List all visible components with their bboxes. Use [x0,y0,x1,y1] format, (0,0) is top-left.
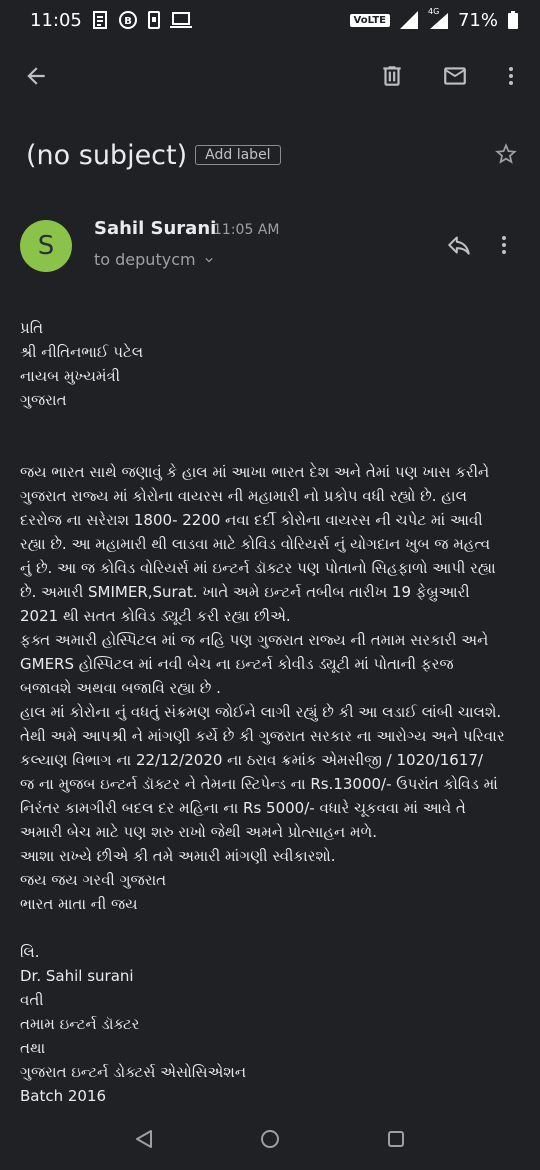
body-line: દરરોજ ના સરેરાશ 1800- 2200 નવા દર્દી કોર… [20,511,483,529]
nav-home-button[interactable] [250,1119,290,1159]
signature: લિ. Dr. Sahil surani વતી તમામ ઇન્ટર્ન ડૉ… [20,940,526,1108]
body-line: 2021 થી સતત કોવિડ ડ્યૂટી કરી રહ્યા છીએ. [20,607,291,625]
email-time: 11:05 AM [213,222,280,238]
body-header: પ્રતિ શ્રી નીતિનભાઈ પટેલ નાયબ મુખ્યમંત્ર… [20,316,526,412]
recipient-details-toggle[interactable]: to deputycm [94,250,216,269]
body-line: ભારત માતા ની જય [20,895,138,913]
sender-name: Sahil Surani [94,218,217,239]
arrow-left-icon [27,67,45,85]
notification-b-icon: B [118,10,138,30]
body-line: નિરંતર કામગીરી બદલ દર મહિના ના Rs 5000/-… [20,799,466,817]
sender-row: S Sahil Surani 11:05 AM to deputycm [20,216,520,276]
nav-back-button[interactable] [124,1119,164,1159]
message-more-button[interactable] [488,224,520,266]
nav-recents-button[interactable] [376,1119,416,1159]
sender-avatar[interactable]: S [20,220,72,272]
body-line: રહ્યા છે. આ મહામારી થી લાડવા માટે કોવિડ … [20,535,491,553]
status-right: VoLTE 4G 71% [349,7,518,31]
body-line: નું છે. આ જ કોવિડ વોરિયર્સ માં ઇન્ટર્ન ડ… [20,559,496,577]
chevron-down-icon [205,257,213,262]
envelope-icon [444,67,466,85]
mark-unread-button[interactable] [431,52,479,100]
status-left: 11:05 B [30,10,192,31]
signature-line: તથા [20,1039,46,1057]
body-line: ફક્ત અમારી હોસ્પિટલ માં જ નહિ પણ ગુજરાત … [20,631,489,649]
more-vertical-icon [502,236,506,254]
volte-badge: VoLTE [349,13,390,27]
signal-4g-icon: 4G [428,7,448,29]
signature-line: વતી [20,991,44,1009]
nav-back-triangle-icon [136,1130,152,1148]
back-button[interactable] [12,52,60,100]
more-vertical-icon [509,67,513,85]
star-outline-icon [495,143,517,164]
signature-line: તમામ ઇન્ટર્ન ડૉક્ટર [20,1015,140,1033]
body-line: છે. અમારી SMIMER,Surat. ખાતે અમે ઇન્ટર્ન… [20,583,470,601]
body-line: શ્રી નીતિનભાઈ પટેલ [20,343,144,361]
body-line: જય ભારત સાથે જણાવું કે હાલ માં આખા ભારત … [20,463,490,481]
body-line: જ ના મુજબ ઇન્ટર્ન ડૉક્ટર ને તેમના સ્ટિપે… [20,775,498,793]
signature-line: લિ. [20,943,40,961]
system-nav-bar [0,1108,540,1170]
notification-phone-icon [147,11,160,29]
toolbar [0,46,540,108]
battery-icon [508,11,518,29]
body-line: બજાવશે અથવા બજાવિ રહ્યા છે . [20,679,221,697]
signal-icon [399,11,418,29]
status-time: 11:05 [30,9,82,31]
nav-home-circle-icon [261,1130,279,1148]
reply-icon [448,236,470,255]
add-label-button[interactable]: Add label [195,145,281,165]
body-line: તેથી અમે આપશ્રી ને માંગણી કર્યે છે કી ગુ… [20,727,505,745]
signature-line: Dr. Sahil surani [20,967,134,985]
body-line: જય જય ગરવી ગુજરાત [20,871,167,889]
body-line: કલ્યાણ વિભાગ ના 22/12/2020 ના ઠરાવ ક્રમા… [20,751,483,769]
body-line: નાયબ મુખ્યમંત્રી [20,367,121,385]
body-paragraphs: જય ભારત સાથે જણાવું કે હાલ માં આખા ભારત … [20,460,526,916]
body-line: પ્રતિ [20,319,44,337]
reply-button[interactable] [438,224,480,266]
network-type: 4G [427,7,440,16]
trash-icon [383,66,401,86]
body-line: ગુજરાત રાજ્ય માં કોરોના વાયરસ ની મહામારી… [20,487,467,505]
more-options-button[interactable] [487,52,535,100]
svg-text:B: B [124,16,132,27]
body-line: GMERS હોસ્પિટલ માં નવી બેચ ના ઇન્ટર્ન કો… [20,655,454,673]
body-line: આશા રાખ્યે છીએ કી તમે અમારી માંગણી સ્વીક… [20,847,336,865]
nav-recents-square-icon [388,1131,404,1147]
body-line: ગુજરાત [20,391,67,409]
notification-laptop-icon [169,12,192,28]
body-line: અમારી બેચ માટે પણ શરુ રાખો જેથી અમને પ્ર… [20,823,378,841]
star-button[interactable] [486,132,526,176]
email-body: પ્રતિ શ્રી નીતિનભાઈ પટેલ નાયબ મુખ્યમંત્ર… [20,316,526,1108]
signature-line: ગુજરાત ઇન્ટર્ન ડોક્ટર્સ એસોસિએશન [20,1063,247,1081]
notification-doc-icon [92,11,108,29]
delete-button[interactable] [368,52,416,100]
recipient-text: to deputycm [94,250,196,269]
battery-percent: 71% [457,9,498,31]
body-line: હાલ માં કોરોના નું વધતું સંક્રમણ જોઈને લ… [20,703,502,721]
subject-row: (no subject) Add label [26,132,526,178]
signature-line: Batch 2016 [20,1087,107,1105]
email-subject: (no subject) [26,139,188,171]
status-bar: 11:05 B VoLTE 4G 71% [0,0,540,40]
